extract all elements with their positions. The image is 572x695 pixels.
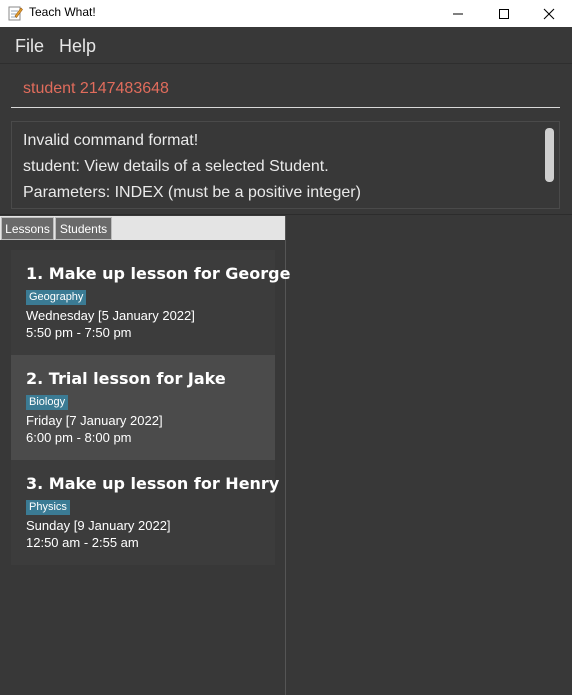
lesson-date: Wednesday [5 January 2022] [26,308,195,323]
command-area: student 2147483648 [0,64,572,116]
command-text: student 2147483648 [23,80,169,97]
divider [0,214,572,215]
maximize-button[interactable] [481,0,527,27]
subject-tag: Physics [26,500,70,515]
lesson-time: 6:00 pm - 8:00 pm [26,430,132,445]
minimize-button[interactable] [435,0,481,27]
notepad-pencil-icon [8,6,23,21]
lesson-title: 1. Make up lesson for George [26,264,291,283]
maximize-icon [499,8,509,19]
minimize-icon [453,13,463,14]
result-scrollbar[interactable] [545,128,554,182]
lesson-date: Sunday [9 January 2022] [26,518,171,533]
result-line: Invalid command format! [23,132,199,149]
result-line: Parameters: INDEX (must be a positive in… [23,184,361,201]
subject-tag: Biology [26,395,69,410]
lesson-card[interactable]: 3. Make up lesson for Henry Physics Sund… [11,460,279,565]
lesson-time: 5:50 pm - 7:50 pm [26,325,132,340]
tab-students[interactable]: Students [55,217,112,240]
result-line: student: View details of a selected Stud… [23,158,329,175]
lesson-title: 2. Trial lesson for Jake [26,369,226,388]
lesson-card[interactable]: 1. Make up lesson for George Geography W… [11,250,290,355]
lesson-date: Friday [7 January 2022] [26,413,163,428]
lesson-time: 12:50 am - 2:55 am [26,535,139,550]
result-display: Invalid command format! student: View de… [11,121,560,209]
menu-file[interactable]: File [15,36,44,57]
menu-bar: File Help [0,27,572,64]
close-button[interactable] [526,0,572,27]
tab-lessons[interactable]: Lessons [1,217,54,240]
title-bar: Teach What! [0,0,572,27]
tab-bar: Lessons Students [0,216,285,240]
close-icon [543,8,555,19]
command-input[interactable]: student 2147483648 [11,72,560,108]
lesson-title: 3. Make up lesson for Henry [26,474,280,493]
menu-help[interactable]: Help [59,36,96,57]
subject-tag: Geography [26,290,87,305]
panel-divider [285,216,286,695]
lesson-list: 1. Make up lesson for George Geography W… [0,240,290,695]
lesson-card[interactable]: 2. Trial lesson for Jake Biology Friday … [11,355,275,460]
window-title: Teach What! [29,5,96,19]
